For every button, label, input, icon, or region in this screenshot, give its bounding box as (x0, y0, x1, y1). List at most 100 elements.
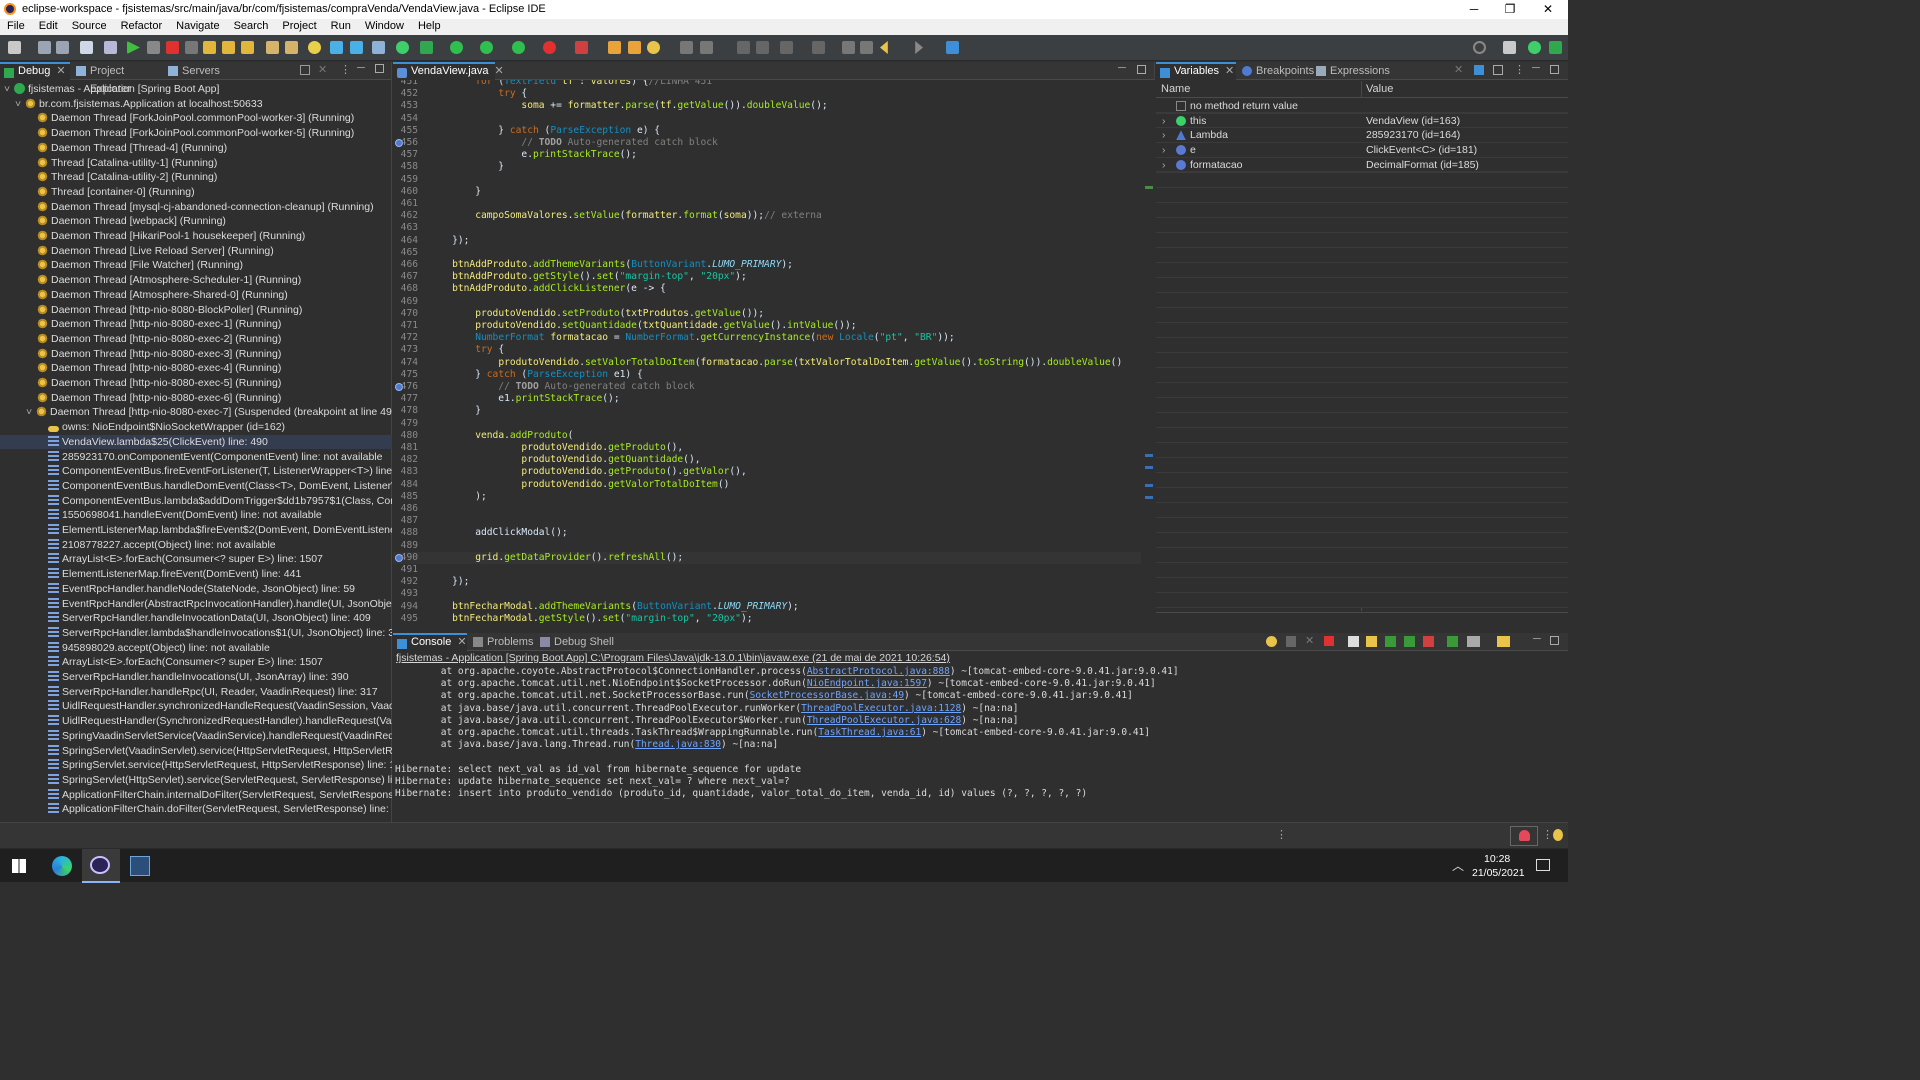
variable-row[interactable]: › Lambda 285923170 (id=164) (1156, 128, 1568, 144)
maximize-view-icon[interactable] (1550, 65, 1559, 74)
debug-tree-item[interactable]: Thread [Catalina-utility-1] (Running) (0, 156, 392, 171)
new-icon[interactable] (8, 41, 21, 54)
debug-tree-item[interactable]: Daemon Thread [Atmosphere-Scheduler-1] (… (0, 273, 392, 288)
prev-annotation-icon[interactable] (812, 41, 825, 54)
menu-project[interactable]: Project (275, 19, 323, 32)
debug-tree-item[interactable]: 1550698041.handleEvent(DomEvent) line: n… (0, 508, 392, 523)
debug-tree-item[interactable]: Daemon Thread [http-nio-8080-exec-1] (Ru… (0, 317, 392, 332)
debug-tree-item[interactable]: Daemon Thread [http-nio-8080-exec-2] (Ru… (0, 332, 392, 347)
windows-start-icon[interactable] (12, 859, 26, 873)
show-stderr-icon[interactable] (1423, 636, 1434, 647)
debug-tree-item[interactable]: Daemon Thread [ForkJoinPool.commonPool-w… (0, 126, 392, 141)
tab-vendaview-java[interactable]: VendaView.java ✕ (393, 62, 504, 80)
word-wrap-icon[interactable] (1385, 636, 1396, 647)
debug-tree-item[interactable]: UidlRequestHandler.synchronizedHandleReq… (0, 699, 392, 714)
disconnect-icon[interactable] (185, 41, 198, 54)
code-line[interactable]: 463 (393, 222, 1141, 234)
code-line[interactable]: 475 } catch (ParseException e1) { (393, 369, 1141, 381)
maximize-view-icon[interactable] (1550, 636, 1559, 645)
new-java-project-icon[interactable] (608, 41, 621, 54)
debug-tree-item[interactable]: SpringServlet.service(HttpServletRequest… (0, 758, 392, 773)
stack-trace-link[interactable]: AbstractProtocol.java:888 (807, 666, 950, 677)
menu-search[interactable]: Search (227, 19, 276, 32)
new-package-icon[interactable] (628, 41, 641, 54)
minimize-button[interactable]: ─ (1456, 0, 1492, 19)
maximize-editor-icon[interactable] (1137, 65, 1146, 74)
column-name-header[interactable]: Name (1161, 83, 1190, 95)
debug-tree-item[interactable]: ComponentEventBus.handleDomEvent(Class<T… (0, 479, 392, 494)
code-line[interactable]: 464 }); (393, 235, 1141, 247)
remove-terminated-icon[interactable]: ✕ (318, 63, 327, 76)
pin-console-icon[interactable] (1447, 636, 1458, 647)
search-tool-icon[interactable] (647, 41, 660, 54)
forward-arrow-icon[interactable] (915, 41, 923, 54)
close-icon[interactable]: ✕ (494, 65, 503, 77)
code-line[interactable]: 456 // TODO Auto-generated catch block (393, 137, 1141, 149)
chevron-down-icon[interactable]: ˅ (26, 405, 36, 420)
status-more-icon[interactable]: ⋮ (1542, 828, 1553, 841)
tip-bulb-icon[interactable] (1553, 829, 1563, 841)
tab-debug-shell[interactable]: Debug Shell (536, 633, 614, 651)
run-icon[interactable] (450, 41, 463, 54)
debug-tree-item[interactable]: 2108778227.accept(Object) line: not avai… (0, 538, 392, 553)
perspective-icon[interactable] (946, 41, 959, 54)
chevron-down-icon[interactable]: ˅ (4, 82, 14, 97)
terminate-icon[interactable] (166, 41, 179, 54)
minimize-editor-icon[interactable]: ─ (1118, 62, 1126, 74)
debug-tree-item[interactable]: ArrayList<E>.forEach(Consumer<? super E>… (0, 552, 392, 567)
view-menu-icon[interactable]: ⋮ (340, 63, 351, 76)
debug-tree-item[interactable]: Daemon Thread [http-nio-8080-exec-6] (Ru… (0, 391, 392, 406)
chevron-right-icon[interactable]: › (1162, 158, 1166, 173)
tab-project-explorer[interactable]: Project Explorer (72, 62, 162, 95)
coverage-icon[interactable] (480, 41, 493, 54)
resume-icon[interactable] (127, 41, 140, 54)
vscode-taskbar-icon[interactable] (130, 856, 150, 876)
code-line[interactable]: 477 e1.printStackTrace(); (393, 393, 1141, 405)
remove-all-launches-icon[interactable]: ✕ (1305, 634, 1314, 647)
code-line[interactable]: 470 produtoVendido.setProduto(txtProduto… (393, 308, 1141, 320)
debug-tree-item[interactable]: 285923170.onComponentEvent(ComponentEven… (0, 450, 392, 465)
pin2-icon[interactable] (860, 41, 873, 54)
debug-tree-item[interactable]: Thread [Catalina-utility-2] (Running) (0, 170, 392, 185)
code-line[interactable]: 473 try { (393, 344, 1141, 356)
code-line[interactable]: 479 (393, 418, 1141, 430)
display-console-icon[interactable] (1467, 636, 1480, 647)
open-perspective-icon[interactable] (1503, 41, 1516, 54)
debug-tree-item[interactable]: Daemon Thread [Atmosphere-Shared-0] (Run… (0, 288, 392, 303)
tab-debug[interactable]: Debug ✕ (0, 62, 70, 80)
debug-tree-item[interactable]: ServerRpcHandler.handleInvocations(UI, J… (0, 670, 392, 685)
quick-search-icon[interactable] (1473, 41, 1486, 54)
code-line[interactable]: 472 NumberFormat formatacao = NumberForm… (393, 332, 1141, 344)
code-line[interactable]: 476 // TODO Auto-generated catch block (393, 381, 1141, 393)
debug-tree-item[interactable]: ServerRpcHandler.lambda$handleInvocation… (0, 626, 392, 641)
debug-run-icon[interactable] (420, 41, 433, 54)
minimize-view-icon[interactable]: ─ (357, 62, 365, 74)
debug-tree-item[interactable]: ˅ br.com.fjsistemas.Application at localh… (0, 97, 392, 112)
code-line[interactable]: 462 campoSomaValores.setValue(formatter.… (393, 210, 1141, 222)
notification-box[interactable] (1510, 826, 1538, 846)
code-line[interactable]: 494 btnFecharModal.addThemeVariants(Butt… (393, 601, 1141, 613)
debug-tree-item[interactable]: ApplicationFilterChain.doFilter(ServletR… (0, 802, 392, 817)
tab-expressions[interactable]: Expressions (1312, 62, 1392, 80)
terminate-console-icon[interactable] (1324, 636, 1334, 646)
stack-trace-link[interactable]: TaskThread.java:61 (818, 727, 921, 738)
variable-row[interactable]: › formatacao DecimalFormat (id=185) (1156, 158, 1568, 173)
code-line[interactable]: 486 (393, 503, 1141, 515)
debug-tree-item[interactable]: Daemon Thread [File Watcher] (Running) (0, 258, 392, 273)
debug-tree-item[interactable]: Daemon Thread [http-nio-8080-exec-4] (Ru… (0, 361, 392, 376)
show-stdout-icon[interactable] (1404, 636, 1415, 647)
variable-row[interactable]: › this VendaView (id=163) (1156, 114, 1568, 129)
stack-trace-link[interactable]: SocketProcessorBase.java:49 (750, 690, 904, 701)
debug-tree-item[interactable]: Daemon Thread [mysql-cj-abandoned-connec… (0, 200, 392, 215)
tab-breakpoints[interactable]: Breakpoints (1238, 62, 1316, 80)
code-line[interactable]: 453 soma += formatter.parse(tf.getValue(… (393, 100, 1141, 112)
code-line[interactable]: 495 btnFecharModal.getStyle().set("margi… (393, 613, 1141, 625)
remove-launch-icon[interactable] (1286, 636, 1296, 647)
spring-perspective-icon[interactable] (1528, 41, 1541, 54)
code-line[interactable]: 451 for (TextField tf : valores) {//LINH… (393, 80, 1141, 88)
show-whitespace-icon[interactable] (756, 41, 769, 54)
external-tools-icon[interactable] (512, 41, 525, 54)
debug-tree-item[interactable]: Daemon Thread [http-nio-8080-BlockPoller… (0, 303, 392, 318)
code-editor[interactable]: 451 for (TextField tf : valores) {//LINH… (393, 80, 1141, 628)
server-icon[interactable] (575, 41, 588, 54)
